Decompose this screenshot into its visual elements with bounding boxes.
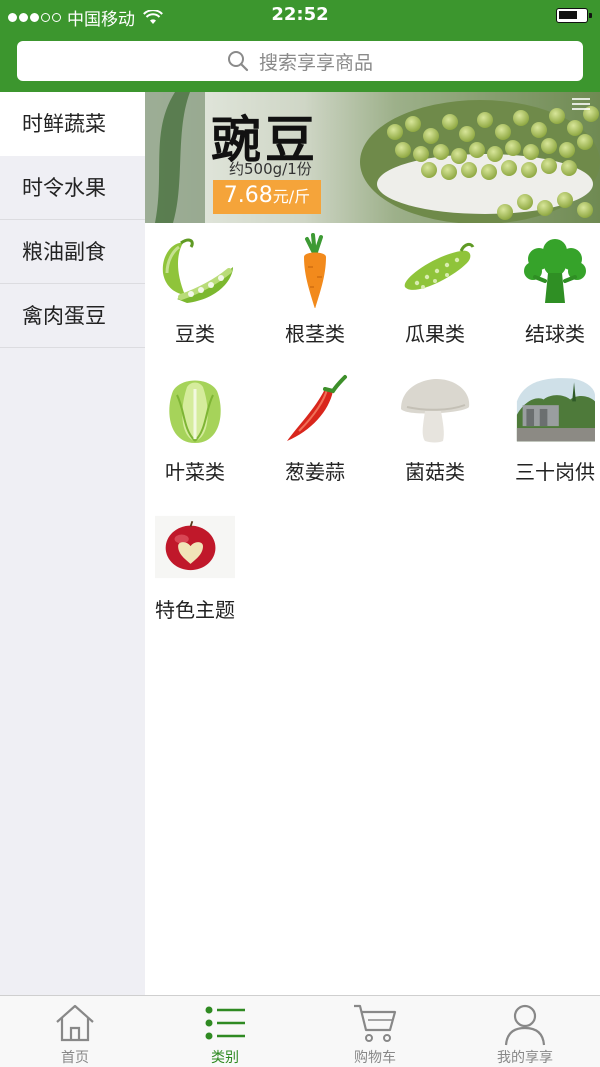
bottom-tab-bar: 首页 类别 购物车 我的享享 [0, 995, 600, 1067]
sidebar-item-grain-oil[interactable]: 粮油副食 [0, 220, 145, 284]
chili-icon [275, 371, 355, 446]
category-content: 豌豆 约500g/1份 7.68 元/斤 豆类 根茎类 瓜果类 结球类 叶菜类 … [145, 92, 600, 995]
sidebar-item-seasonal-fruit[interactable]: 时令水果 [0, 156, 145, 220]
category-item-beans[interactable]: 豆类 [151, 223, 261, 353]
category-item-aromatics[interactable]: 葱姜蒜 [271, 361, 381, 491]
category-label: 瓜果类 [405, 322, 465, 346]
category-label: 特色主题 [155, 598, 235, 622]
village-photo-icon [515, 371, 595, 446]
category-item-gourds[interactable]: 瓜果类 [391, 223, 501, 353]
tab-home[interactable]: 首页 [0, 996, 150, 1067]
category-label: 叶菜类 [165, 460, 225, 484]
cart-icon [354, 1004, 397, 1042]
search-placeholder: 搜索享享商品 [258, 51, 373, 74]
category-sidebar: 时鲜蔬菜 时令水果 粮油副食 禽肉蛋豆 [0, 92, 145, 995]
search-input[interactable]: 搜索享享商品 [17, 41, 583, 81]
banner-price-value: 7.68 [223, 183, 273, 208]
tab-label: 购物车 [354, 1050, 396, 1066]
category-item-leafy-greens[interactable]: 叶菜类 [151, 361, 261, 491]
cucumber-icon [395, 233, 475, 308]
tab-label: 类别 [211, 1050, 239, 1066]
pea-pod-icon [155, 233, 235, 308]
sidebar-item-meat-eggs[interactable]: 禽肉蛋豆 [0, 284, 145, 348]
category-label: 豆类 [175, 322, 215, 346]
category-label: 结球类 [525, 322, 585, 346]
sidebar-item-fresh-vegetables[interactable]: 时鲜蔬菜 [0, 92, 145, 156]
cabbage-icon [155, 371, 235, 446]
category-label: 葱姜蒜 [285, 460, 345, 484]
category-label: 根茎类 [285, 322, 345, 346]
search-header: 搜索享享商品 [0, 32, 600, 92]
tab-categories[interactable]: 类别 [150, 996, 300, 1067]
category-item-sanshigang[interactable]: 三十岗供 [511, 361, 600, 491]
clock: 22:52 [271, 4, 329, 25]
mushroom-icon [395, 371, 475, 446]
list-icon [205, 1006, 245, 1040]
category-item-head-vegetables[interactable]: 结球类 [511, 223, 600, 353]
category-item-root-vegetables[interactable]: 根茎类 [271, 223, 381, 353]
broccoli-icon [515, 233, 595, 308]
home-icon [56, 1004, 94, 1042]
banner-price-unit: 元/斤 [272, 187, 311, 206]
category-label: 菌菇类 [405, 460, 465, 484]
category-grid: 豆类 根茎类 瓜果类 结球类 叶菜类 葱姜蒜 菌菇类 三十岗供 特色主题 [145, 223, 600, 995]
tab-profile[interactable]: 我的享享 [450, 996, 600, 1067]
tab-label: 首页 [61, 1050, 89, 1066]
category-label: 三十岗供 [515, 460, 595, 484]
search-icon [227, 51, 249, 72]
battery-icon [556, 8, 592, 23]
status-bar: 中国移动 22:52 [0, 0, 600, 32]
carrot-icon [275, 233, 355, 308]
tab-label: 我的享享 [497, 1050, 553, 1066]
category-item-featured[interactable]: 特色主题 [151, 499, 261, 629]
banner-product-weight: 约500g/1份 [229, 160, 312, 178]
user-icon [504, 1004, 546, 1046]
banner-price-tag: 7.68 元/斤 [213, 180, 321, 214]
apple-photo-icon [155, 509, 235, 584]
banner-menu-icon [572, 98, 590, 113]
category-item-mushrooms[interactable]: 菌菇类 [391, 361, 501, 491]
promo-banner[interactable]: 豌豆 约500g/1份 7.68 元/斤 [145, 92, 600, 223]
tab-cart[interactable]: 购物车 [300, 996, 450, 1067]
